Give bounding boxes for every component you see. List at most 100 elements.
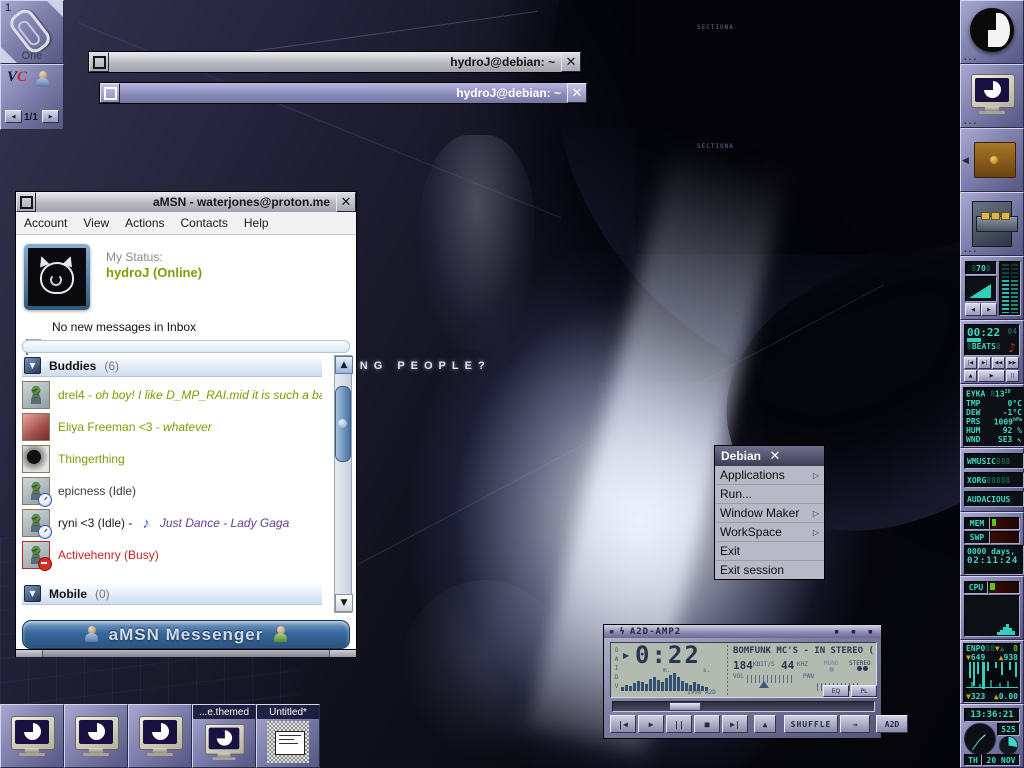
dock-cpu-monitor[interactable]: CPU [960, 576, 1024, 640]
group-header-buddies[interactable]: ▼ Buddies (6) [22, 355, 322, 377]
buddy-row[interactable]: ? epicness (Idle) [22, 476, 322, 506]
volume-slider[interactable] [747, 675, 795, 683]
brand-button[interactable]: A2D [876, 715, 908, 733]
volume-wedge[interactable] [965, 276, 997, 302]
iconify-button[interactable] [16, 192, 36, 212]
close-button[interactable]: ✕ [567, 83, 587, 103]
window-list-item[interactable]: WMUSIC888 [964, 453, 1024, 469]
dock-tile-drawer[interactable]: ◀ [960, 128, 1024, 192]
dock-net-monitor[interactable]: ENP088▼▲8 ▼649 ▲938 [960, 640, 1024, 704]
inbox-text[interactable]: No new messages in Inbox [52, 320, 196, 334]
scroll-thumb[interactable] [335, 386, 351, 462]
player-titlebar[interactable]: ▪ ϟ A2D-AMP2 ▪ ▪ ▪ [604, 625, 881, 638]
dock-tile-filemanager[interactable]: ... [960, 192, 1024, 256]
seek-thumb[interactable] [669, 702, 701, 711]
stop-button[interactable]: ■ [694, 715, 720, 733]
group-header-mobile[interactable]: ▼ Mobile (0) [22, 583, 322, 605]
terminal-window-2-titlebar[interactable]: hydroJ@debian: ~ ✕ [100, 83, 587, 103]
miniwindow-terminal-3[interactable] [128, 704, 192, 768]
miniwindow-untitled[interactable]: Untitled* [256, 704, 320, 768]
shuffle-button[interactable]: SHUFFLE [784, 715, 838, 733]
seek-slider[interactable] [612, 701, 875, 712]
menu-view[interactable]: View [75, 216, 117, 230]
dock-mixer[interactable]: 8708 ◀ ▶ [960, 256, 1024, 320]
play-button[interactable]: ▶ [638, 715, 664, 733]
window-list-item[interactable]: AUDACIOUS [964, 491, 1024, 507]
menu-item-exit-session[interactable]: Exit session [715, 561, 824, 579]
prev-button[interactable]: ◀◀ [992, 357, 1005, 369]
eq-button[interactable]: EQ [823, 685, 849, 697]
dock-weather[interactable]: EYKA 81320 TMP0°C DEW-1°C PRS1009hPa HUM… [960, 384, 1024, 448]
miniwindow-themed[interactable]: ...e.themed [192, 704, 256, 768]
buddy-row[interactable]: Thingerthing [22, 444, 322, 474]
pause-button[interactable]: || [1006, 370, 1019, 382]
time-display[interactable]: 0:22 [635, 641, 701, 669]
eject-button[interactable]: ▲ [964, 370, 977, 382]
menu-item-window-maker[interactable]: Window Maker▷ [715, 504, 824, 523]
menu-contacts[interactable]: Contacts [173, 216, 236, 230]
mixer-left-button[interactable]: ◀ [965, 303, 981, 316]
buddy-row[interactable]: Eliya Freeman <3 - whatever [22, 412, 322, 442]
iconify-button[interactable] [89, 52, 109, 72]
pager-next-button[interactable]: ▶ [42, 110, 59, 123]
player-title: A2D-AMP2 [630, 627, 681, 637]
pause-button[interactable]: || [666, 715, 692, 733]
clutterbar[interactable]: OAIDV [613, 647, 620, 692]
scrollbar-track[interactable]: ▲ ▼ [334, 355, 352, 613]
menu-help[interactable]: Help [236, 216, 277, 230]
repeat-button[interactable]: → [840, 715, 870, 733]
play-button[interactable]: ▶ [978, 370, 1005, 382]
miniwindow-terminal-1[interactable] [0, 704, 64, 768]
volume-thumb[interactable] [759, 681, 769, 688]
person-icon [84, 626, 99, 643]
dock-tile-terminal[interactable]: ... [960, 64, 1024, 128]
menu-item-run[interactable]: Run... [715, 485, 824, 504]
menu-item-applications[interactable]: Applications▷ [715, 466, 824, 485]
my-avatar-frame[interactable] [24, 244, 90, 310]
drawer-icon [974, 142, 1016, 178]
prev-button[interactable]: |◀ [610, 715, 636, 733]
dock-memload[interactable]: MEM SWP 0000 days, 02:11:24 [960, 512, 1024, 576]
close-icon[interactable]: ✕ [770, 450, 819, 463]
workspace-clip[interactable]: 1 One [0, 0, 64, 64]
rew-button[interactable]: |◀ [964, 357, 977, 369]
dock-hide-arrow-icon[interactable]: ◀ [962, 155, 969, 166]
buddy-row[interactable]: ? ryni <3 (Idle) - ♪ Just Dance - Lady G… [22, 508, 322, 538]
next-button[interactable]: ▶| [722, 715, 748, 733]
next-button[interactable]: ▶▶ [1006, 357, 1019, 369]
scroll-down-button[interactable]: ▼ [335, 594, 353, 612]
eject-button[interactable]: ▲ [754, 715, 776, 733]
clip-corner-handle[interactable] [47, 1, 63, 17]
dock-tile-wmaker[interactable]: ... [960, 0, 1024, 64]
messenger-banner[interactable]: aMSN Messenger [22, 620, 350, 649]
dock-clock[interactable]: 13:36:21 525 TH 20 NOV [960, 704, 1024, 768]
menu-account[interactable]: Account [16, 216, 75, 230]
close-button[interactable]: ✕ [561, 52, 581, 72]
debian-menu-titlebar[interactable]: Debian ✕ [715, 446, 824, 466]
dock-pager[interactable]: VC ◀ 1/1 ▶ [0, 64, 64, 130]
pl-button[interactable]: PL [851, 685, 877, 697]
amsn-titlebar[interactable]: aMSN - waterjones@proton.me ✕ [16, 192, 356, 212]
buddy-row[interactable]: ? drel4 - oh boy! I like D_MP_RAI.mid it… [22, 380, 322, 410]
status-value[interactable]: hydroJ (Online) [106, 265, 202, 280]
iconify-button[interactable] [100, 83, 120, 103]
dock-window-list[interactable]: WMUSIC888 XORG88888 AUDACIOUS [960, 448, 1024, 512]
group-collapse-button[interactable]: ▼ [24, 585, 41, 602]
menu-item-exit[interactable]: Exit [715, 542, 824, 561]
miniwindow-terminal-2[interactable] [64, 704, 128, 768]
group-collapse-button[interactable]: ▼ [24, 357, 41, 374]
track-title[interactable]: BOMFUNK MC'S - IN STEREO (+6 B [733, 646, 873, 656]
menu-actions[interactable]: Actions [117, 216, 172, 230]
dock-music-player[interactable]: 00:22 04 8BEATS8 ♪ |◀ ▶| ◀◀ ▶▶ ▲ ▶ || [960, 320, 1024, 384]
terminal-window-1-titlebar[interactable]: hydroJ@debian: ~ ✕ [89, 52, 581, 72]
titlebar-buttons[interactable]: ▪ ▪ ▪ [834, 627, 876, 637]
fwd-button[interactable]: ▶| [978, 357, 991, 369]
scroll-up-button[interactable]: ▲ [335, 356, 353, 374]
close-button[interactable]: ✕ [336, 192, 356, 212]
mixer-right-button[interactable]: ▶ [981, 303, 997, 316]
buddy-row[interactable]: ? Activehenry (Busy) [22, 540, 322, 570]
menu-item-workspace[interactable]: WorkSpace▷ [715, 523, 824, 542]
resize-bar[interactable] [16, 649, 356, 657]
pager-prev-button[interactable]: ◀ [5, 110, 22, 123]
window-list-item[interactable]: XORG88888 [964, 472, 1024, 488]
